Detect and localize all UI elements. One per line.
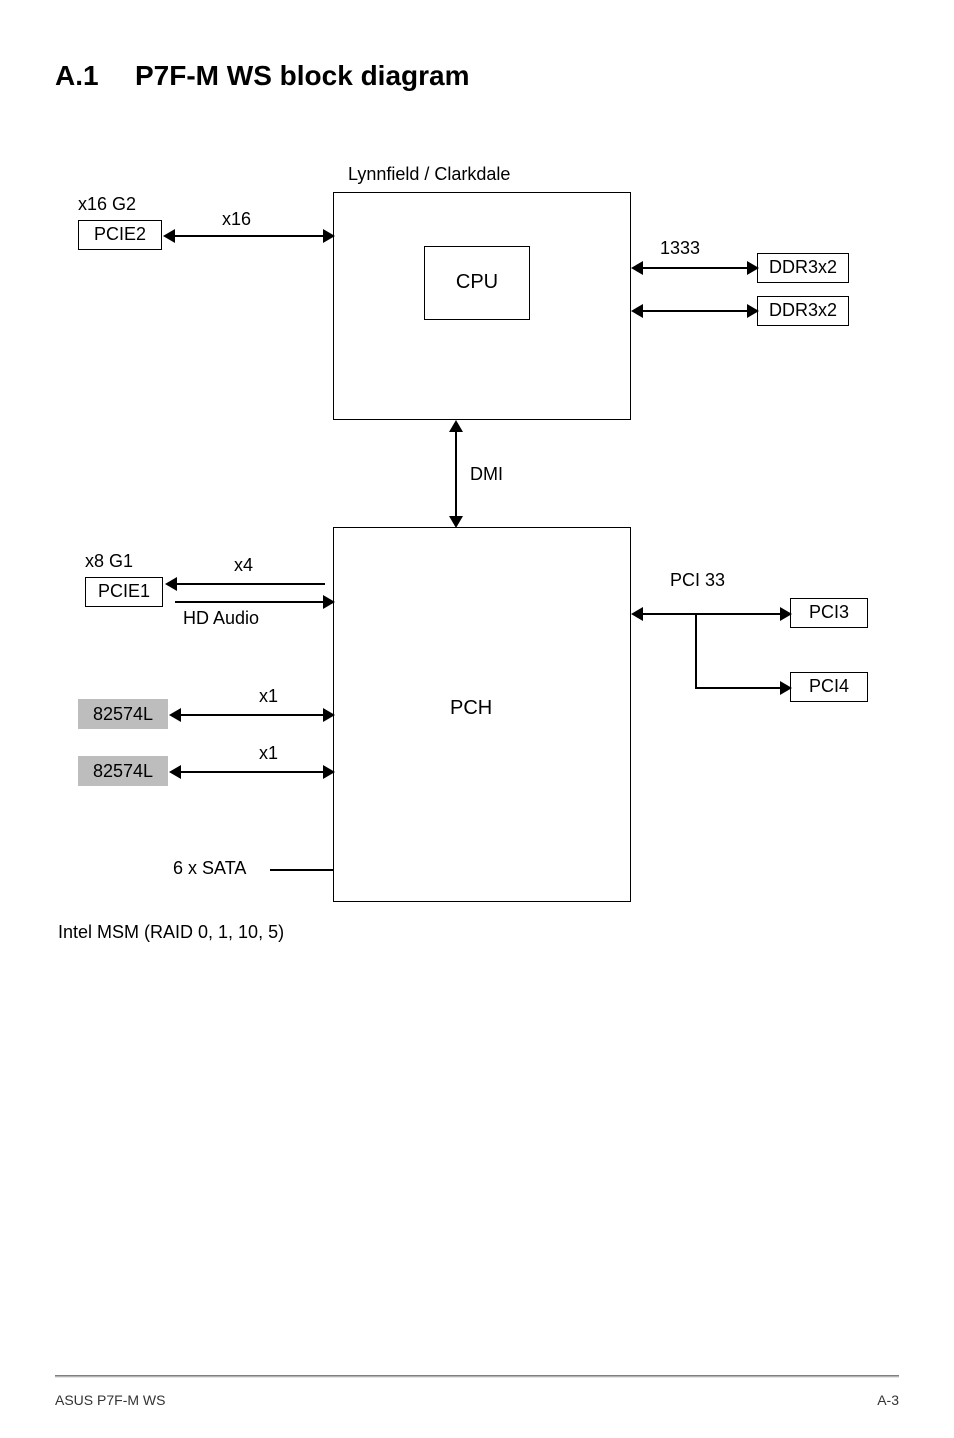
ddr-a-arrow [639, 267, 749, 269]
arrowhead-icon [323, 765, 335, 779]
nic-a-box: 82574L [78, 699, 168, 729]
cpu-family-label: Lynnfield / Clarkdale [348, 164, 510, 185]
arrowhead-icon [169, 765, 181, 779]
arrowhead-icon [323, 708, 335, 722]
pcie2-box: PCIE2 [78, 220, 162, 250]
pcie1-lanes-label: x8 G1 [85, 551, 133, 572]
pcie1-link-label: x4 [234, 555, 253, 576]
arrowhead-icon [169, 708, 181, 722]
footer-divider [55, 1375, 899, 1378]
pch-label: PCH [450, 697, 492, 720]
pci4-arrow [695, 687, 782, 689]
pcie1-arrow-bot [175, 601, 325, 603]
pci-bus-label: PCI 33 [670, 570, 725, 591]
page-title: A.1P7F-M WS block diagram [55, 60, 899, 92]
pcie1-arrow-top [175, 583, 325, 585]
pci4-box: PCI4 [790, 672, 868, 702]
pci-main-arrow [639, 613, 782, 615]
arrowhead-icon [780, 607, 792, 621]
arrowhead-icon [163, 229, 175, 243]
cpu-label: CPU [424, 246, 530, 320]
ddr-a-box: DDR3x2 [757, 253, 849, 283]
dmi-label: DMI [470, 464, 503, 485]
section-number: A.1 [55, 60, 135, 92]
pci3-box: PCI3 [790, 598, 868, 628]
footer-left: ASUS P7F-M WS [55, 1392, 165, 1408]
nic-a-arrow [179, 714, 325, 716]
ddr-b-arrow [639, 310, 749, 312]
page-footer: ASUS P7F-M WS A-3 [55, 1392, 899, 1408]
hdaudio-label: HD Audio [183, 608, 259, 629]
raid-note: Intel MSM (RAID 0, 1, 10, 5) [58, 922, 284, 943]
pcie2-link-label: x16 [222, 209, 251, 230]
sata-label: 6 x SATA [173, 858, 246, 879]
nic-a-link-label: x1 [259, 686, 278, 707]
sata-line [270, 869, 333, 871]
ddr-b-box: DDR3x2 [757, 296, 849, 326]
arrowhead-icon [631, 261, 643, 275]
arrowhead-icon [323, 229, 335, 243]
pcie1-box: PCIE1 [85, 577, 163, 607]
pcie2-arrow [173, 235, 325, 237]
arrowhead-icon [323, 595, 335, 609]
nic-b-link-label: x1 [259, 743, 278, 764]
pci-branch-line [695, 613, 697, 687]
pcie2-lanes-label: x16 G2 [78, 194, 136, 215]
ddr-speed-label: 1333 [660, 238, 700, 259]
nic-b-box: 82574L [78, 756, 168, 786]
arrowhead-icon [747, 261, 759, 275]
arrowhead-icon [780, 681, 792, 695]
section-heading: P7F-M WS block diagram [135, 60, 470, 91]
arrowhead-icon [631, 607, 643, 621]
block-diagram: Lynnfield / Clarkdale CPU x16 G2 PCIE2 x… [55, 132, 899, 1002]
footer-right: A-3 [877, 1392, 899, 1408]
arrowhead-icon [747, 304, 759, 318]
dmi-arrow [455, 428, 457, 520]
arrowhead-icon [449, 420, 463, 432]
arrowhead-icon [631, 304, 643, 318]
nic-b-arrow [179, 771, 325, 773]
arrowhead-icon [165, 577, 177, 591]
